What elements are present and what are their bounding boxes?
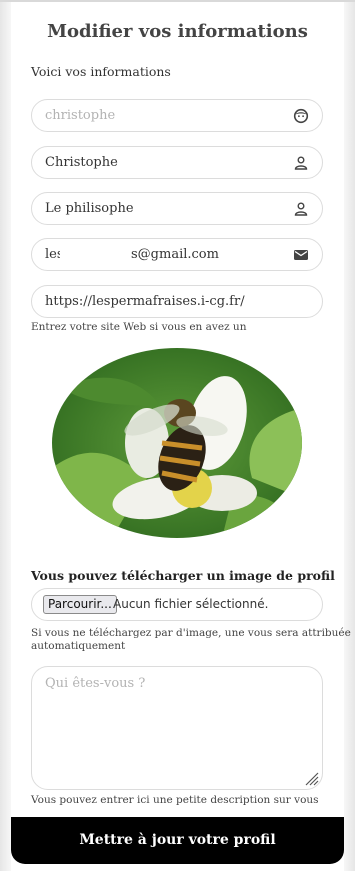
email-redaction	[60, 242, 126, 267]
firstname-field[interactable]: Christophe	[31, 146, 323, 179]
description-textarea[interactable]: Qui êtes-vous ?	[31, 666, 323, 790]
username-field[interactable]: christophe	[31, 99, 323, 132]
firstname-value: Christophe	[45, 155, 118, 170]
upload-help: Si vous ne téléchargez par d'image, une …	[31, 627, 351, 652]
page-title: Modifier vos informations	[47, 21, 308, 42]
lastname-field[interactable]: Le philisophe	[31, 192, 323, 225]
profile-photo	[52, 348, 302, 538]
email-value-end: s@gmail.com	[131, 247, 219, 262]
section-subtitle: Voici vos informations	[31, 64, 171, 79]
page-left-shadow	[0, 0, 11, 871]
browse-button[interactable]: Parcourir...	[43, 595, 117, 614]
file-status: Aucun fichier sélectionné.	[113, 597, 269, 611]
email-field[interactable]: les s@gmail.com	[31, 238, 323, 271]
lastname-value: Le philisophe	[45, 201, 134, 216]
face-icon	[293, 108, 309, 124]
resize-handle-icon[interactable]	[303, 770, 319, 786]
website-value: https://lespermafraises.i-cg.fr/	[45, 294, 245, 309]
username-value: christophe	[45, 108, 116, 123]
top-divider	[0, 0, 355, 2]
website-help: Entrez votre site Web si vous en avez un	[31, 321, 247, 333]
website-field[interactable]: https://lespermafraises.i-cg.fr/	[31, 285, 323, 318]
description-help: Vous pouvez entrer ici une petite descri…	[31, 794, 319, 806]
page-right-shadow	[344, 0, 355, 871]
envelope-icon	[294, 250, 308, 260]
user-icon	[294, 156, 308, 170]
description-placeholder: Qui êtes-vous ?	[45, 676, 146, 691]
user-icon	[294, 202, 308, 216]
update-profile-button[interactable]: Mettre à jour votre profil	[11, 817, 344, 864]
file-upload-field[interactable]: Parcourir... Aucun fichier sélectionné.	[31, 588, 323, 621]
upload-title: Vous pouvez télécharger un image de prof…	[31, 568, 335, 583]
